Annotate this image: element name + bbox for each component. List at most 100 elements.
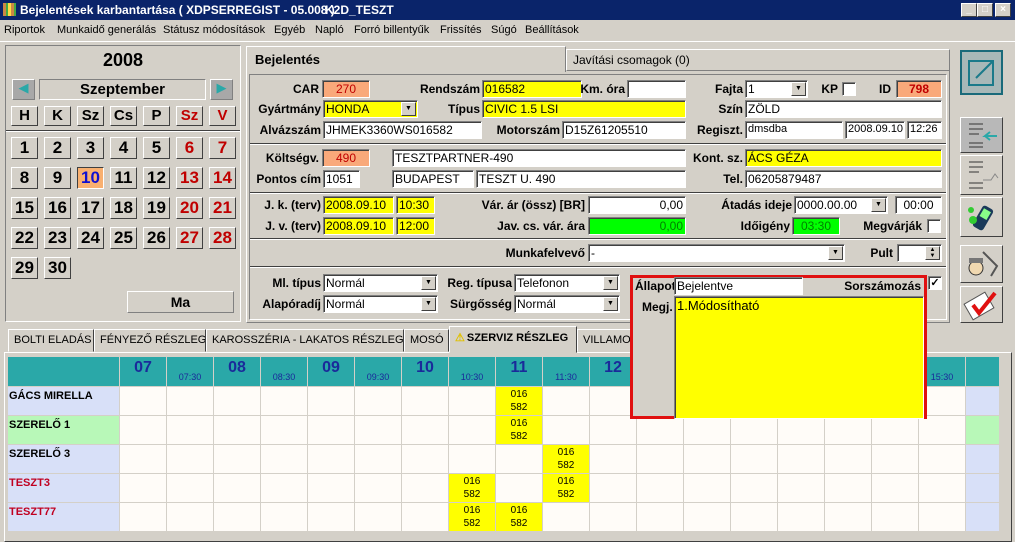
tel-field[interactable]: 06205879487 [745, 170, 942, 188]
city-field[interactable]: BUDAPEST [392, 170, 474, 188]
today-button[interactable]: Ma [127, 291, 234, 313]
calendar-day[interactable]: 12 [143, 167, 170, 189]
prev-month-button[interactable]: ◀ [12, 79, 35, 100]
move-in-button[interactable] [960, 117, 1003, 153]
schedule-cell[interactable] [543, 503, 590, 532]
rendszam-field[interactable]: 016582 [482, 80, 582, 98]
menu-item[interactable]: Munkaidő generálás [57, 24, 156, 36]
calendar-day[interactable]: 15 [11, 197, 38, 219]
schedule-cell[interactable] [355, 445, 402, 474]
calendar-day[interactable]: 23 [44, 227, 71, 249]
calendar-day[interactable]: 13 [176, 167, 203, 189]
schedule-cell[interactable] [825, 445, 872, 474]
chevron-down-icon[interactable]: ▼ [871, 198, 886, 212]
calendar-day[interactable]: 27 [176, 227, 203, 249]
schedule-cell[interactable] [214, 474, 261, 503]
schedule-cell[interactable] [261, 474, 308, 503]
menu-item[interactable]: Napló [315, 24, 344, 36]
move-out-button[interactable] [960, 155, 1003, 195]
schedule-cell[interactable] [543, 387, 590, 416]
calendar-day[interactable]: 16 [44, 197, 71, 219]
schedule-cell[interactable] [919, 503, 966, 532]
mechanic-button[interactable] [960, 245, 1003, 283]
maximize-button[interactable]: □ [977, 3, 993, 17]
schedule-cell[interactable] [496, 474, 543, 503]
booking-cell[interactable]: 016 582 [496, 503, 543, 532]
schedule-cell[interactable] [120, 445, 167, 474]
schedule-cell[interactable] [919, 416, 966, 445]
tipus-field[interactable]: CIVIC 1.5 LSI [482, 100, 686, 118]
schedule-cell[interactable] [261, 387, 308, 416]
schedule-cell[interactable] [308, 474, 355, 503]
schedule-cell[interactable] [825, 474, 872, 503]
zip-field[interactable]: 1051 [323, 170, 360, 188]
calendar-day[interactable]: 22 [11, 227, 38, 249]
jv-date[interactable]: 2008.09.10 [323, 217, 394, 235]
schedule-cell[interactable] [543, 416, 590, 445]
schedule-cell[interactable] [402, 474, 449, 503]
atadas-date-select[interactable]: 0000.00.00 ▼ [794, 196, 888, 214]
schedule-cell[interactable] [590, 416, 637, 445]
schedule-cell[interactable] [402, 503, 449, 532]
schedule-cell[interactable] [308, 445, 355, 474]
schedule-cell[interactable] [637, 503, 684, 532]
ml-tipus-select[interactable]: Normál ▼ [323, 274, 438, 292]
schedule-cell[interactable] [261, 416, 308, 445]
surgosseg-select[interactable]: Normál ▼ [514, 295, 620, 313]
schedule-cell[interactable] [778, 416, 825, 445]
schedule-cell[interactable] [449, 387, 496, 416]
dept-tab[interactable]: FÉNYEZŐ RÉSZLEG [94, 329, 206, 352]
calendar-day[interactable]: 24 [77, 227, 104, 249]
calendar-day[interactable]: 11 [110, 167, 137, 189]
schedule-cell[interactable] [120, 474, 167, 503]
schedule-cell[interactable] [167, 503, 214, 532]
calendar-day[interactable]: 18 [110, 197, 137, 219]
schedule-cell[interactable] [825, 503, 872, 532]
schedule-cell[interactable] [167, 387, 214, 416]
menu-item[interactable]: Egyéb [274, 24, 305, 36]
chevron-down-icon[interactable]: ▼ [401, 102, 416, 116]
schedule-cell[interactable] [167, 445, 214, 474]
sorszam-checkbox[interactable]: ✓ [928, 276, 942, 290]
calendar-day[interactable]: 14 [209, 167, 236, 189]
dept-tab[interactable]: MOSÓ [404, 329, 449, 352]
schedule-cell[interactable] [731, 445, 778, 474]
schedule-cell[interactable] [778, 474, 825, 503]
schedule-cell[interactable] [120, 503, 167, 532]
schedule-cell[interactable] [872, 445, 919, 474]
schedule-cell[interactable] [355, 416, 402, 445]
dept-tab[interactable]: BOLTI ELADÁS [8, 329, 94, 352]
schedule-cell[interactable] [449, 416, 496, 445]
alvaz-field[interactable]: JHMEK3360WS016582 [323, 121, 482, 139]
close-button[interactable]: × [995, 3, 1011, 17]
megj-textarea[interactable]: 1.Módosítható [674, 296, 924, 419]
booking-cell[interactable]: 016 582 [543, 445, 590, 474]
schedule-cell[interactable] [778, 503, 825, 532]
schedule-cell[interactable] [731, 416, 778, 445]
edit-button[interactable] [960, 50, 1003, 95]
schedule-cell[interactable] [919, 474, 966, 503]
schedule-cell[interactable] [261, 445, 308, 474]
schedule-cell[interactable] [214, 445, 261, 474]
calendar-day[interactable]: 21 [209, 197, 236, 219]
jv-time[interactable]: 12:00 [396, 217, 435, 235]
checklist-button[interactable] [960, 286, 1003, 323]
jk-time[interactable]: 10:30 [396, 196, 435, 214]
calendar-day[interactable]: 26 [143, 227, 170, 249]
schedule-cell[interactable] [872, 474, 919, 503]
allapot-field[interactable]: Bejelentve [674, 277, 803, 295]
jk-date[interactable]: 2008.09.10 [323, 196, 394, 214]
gyartmany-select[interactable]: HONDA ▼ [323, 100, 418, 118]
schedule-cell[interactable] [355, 474, 402, 503]
schedule-cell[interactable] [308, 503, 355, 532]
booking-cell[interactable]: 016 582 [543, 474, 590, 503]
calendar-day[interactable]: 29 [11, 257, 38, 279]
var-ar-field[interactable]: 0,00 [588, 196, 686, 214]
schedule-cell[interactable] [355, 503, 402, 532]
schedule-cell[interactable] [496, 445, 543, 474]
schedule-cell[interactable] [402, 416, 449, 445]
schedule-cell[interactable] [214, 387, 261, 416]
schedule-cell[interactable] [919, 445, 966, 474]
schedule-cell[interactable] [684, 503, 731, 532]
calendar-day[interactable]: 6 [176, 137, 203, 159]
